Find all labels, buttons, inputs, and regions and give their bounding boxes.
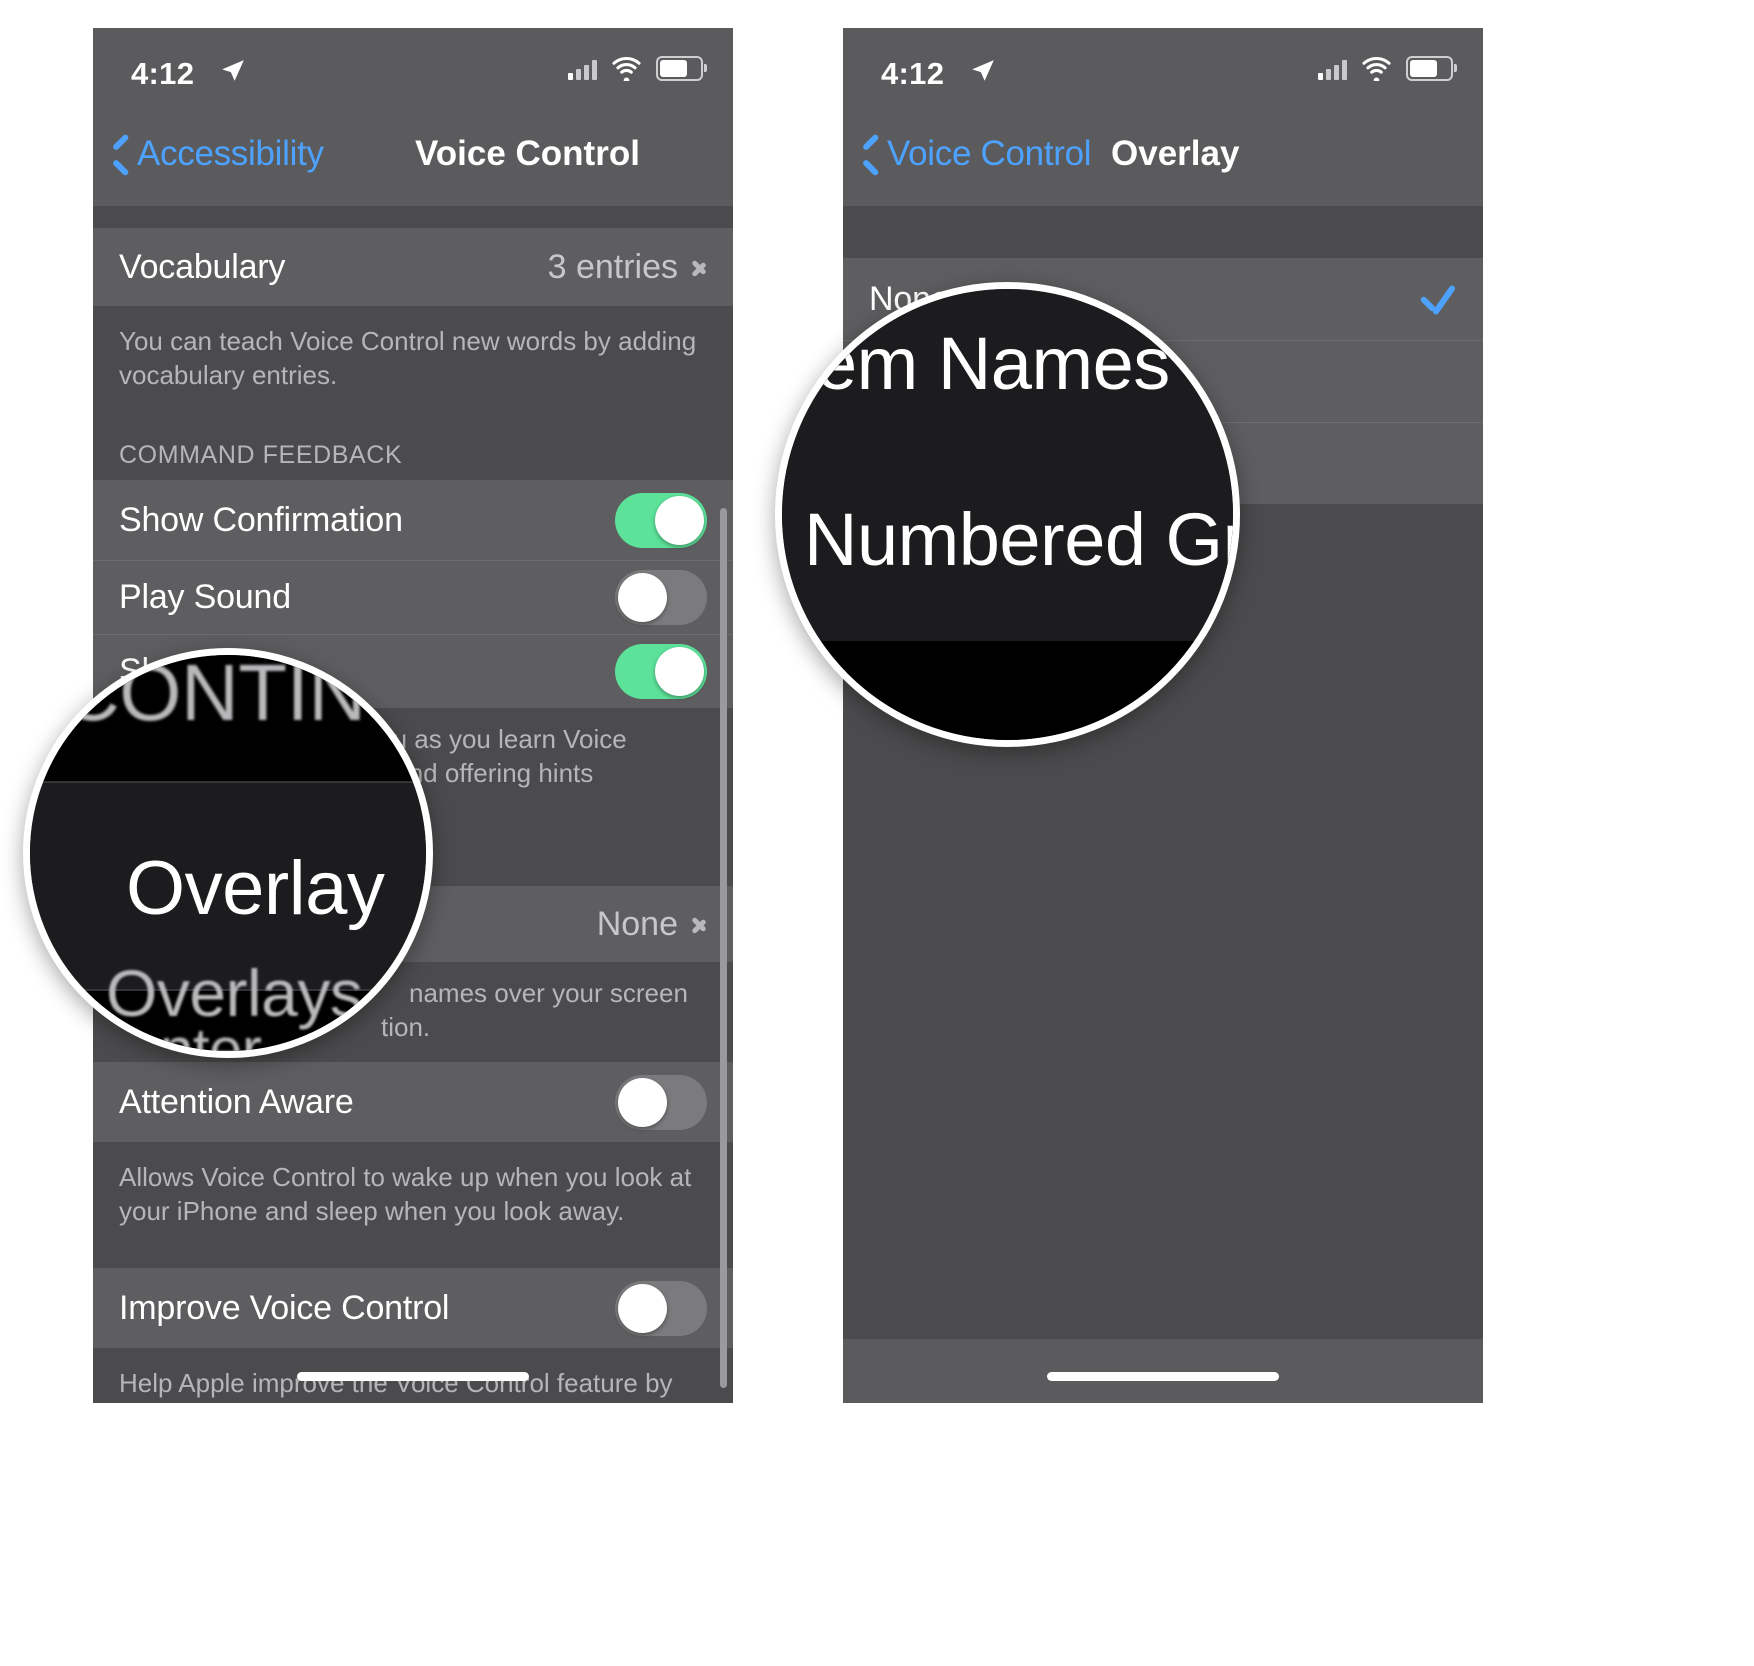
row-vocabulary[interactable]: Vocabulary 3 entries (93, 228, 733, 306)
row-improve-voice-control[interactable]: Improve Voice Control (93, 1268, 733, 1348)
toggle-show-confirmation[interactable] (615, 492, 707, 548)
magnifier-item-names-label: em Names (816, 322, 1170, 405)
row-play-sound[interactable]: Play Sound (93, 560, 733, 634)
row-show-confirmation-label: Show Confirmation (119, 500, 403, 539)
location-arrow-icon (222, 60, 244, 81)
row-attention-aware-label: Attention Aware (119, 1082, 354, 1121)
status-time: 4:12 (881, 56, 945, 91)
cellular-signal-icon (1318, 58, 1347, 80)
magnifier-overlay-label: Overlay (126, 846, 385, 931)
wifi-icon (612, 56, 641, 81)
list-gap (93, 210, 733, 228)
toggle-attention-aware[interactable] (615, 1074, 707, 1130)
navigation-bar: Voice Control Overlay (843, 114, 1483, 206)
magnifier-ghost-continuous: CONTINU (62, 648, 423, 737)
battery-icon (1406, 56, 1457, 81)
section-header-command-feedback: COMMAND FEEDBACK (93, 424, 733, 480)
overlay-row-magnifier: CONTINU Overlay Overlays d nter (23, 648, 433, 1058)
back-button-voice-control[interactable]: Voice Control (861, 134, 1092, 174)
list-gap (843, 210, 1483, 258)
chevron-left-icon (861, 137, 881, 171)
row-vocabulary-label: Vocabulary (119, 247, 286, 286)
cellular-signal-icon (568, 58, 597, 80)
row-improve-voice-control-label: Improve Voice Control (119, 1288, 450, 1327)
navigation-bar: Accessibility Voice Control (93, 114, 733, 206)
chevron-right-icon (692, 254, 707, 280)
footnote-overlay-line2: tion. (381, 1010, 707, 1044)
toggle-show-hints[interactable] (615, 643, 707, 699)
status-indicators (1318, 56, 1457, 81)
magnifier-content: CONTINU Overlay Overlays d nter (30, 655, 426, 1051)
status-indicators (568, 56, 707, 81)
status-bar: 4:12 (93, 28, 733, 114)
battery-icon (656, 56, 707, 81)
chevron-right-icon (692, 911, 707, 937)
row-show-confirmation[interactable]: Show Confirmation (93, 480, 733, 560)
toggle-improve-voice-control[interactable] (615, 1280, 707, 1336)
back-button-label: Voice Control (887, 134, 1092, 173)
chevron-left-icon (111, 137, 131, 171)
footnote-attention-aware: Allows Voice Control to wake up when you… (93, 1142, 733, 1268)
page-title: Voice Control (415, 134, 640, 173)
magnifier-content: em Names Numbered Grid (782, 289, 1233, 740)
row-attention-aware[interactable]: Attention Aware (93, 1062, 733, 1142)
checkmark-icon (1417, 279, 1457, 319)
scrollbar[interactable] (720, 508, 727, 1388)
row-play-sound-label: Play Sound (119, 577, 291, 616)
home-indicator (1047, 1372, 1279, 1381)
back-button-label: Accessibility (137, 134, 324, 173)
row-overlay-value: None (596, 904, 678, 943)
page-title: Overlay (1111, 134, 1240, 173)
wifi-icon (1362, 56, 1391, 81)
overlay-options-magnifier: em Names Numbered Grid (775, 282, 1240, 747)
footnote-overlay-line1: names over your screen (409, 978, 688, 1008)
location-arrow-icon (972, 60, 994, 81)
footnote-vocabulary: You can teach Voice Control new words by… (93, 306, 733, 424)
home-indicator (297, 1372, 529, 1381)
toggle-play-sound[interactable] (615, 569, 707, 625)
back-button-accessibility[interactable]: Accessibility (111, 134, 324, 174)
magnifier-hairline-top (30, 781, 426, 783)
magnifier-numbered-grid-label: Numbered Grid (804, 498, 1240, 581)
status-time: 4:12 (131, 56, 195, 91)
magnifier-bottom-black (782, 641, 1233, 740)
status-bar: 4:12 (843, 28, 1483, 114)
row-vocabulary-value: 3 entries (547, 247, 678, 286)
